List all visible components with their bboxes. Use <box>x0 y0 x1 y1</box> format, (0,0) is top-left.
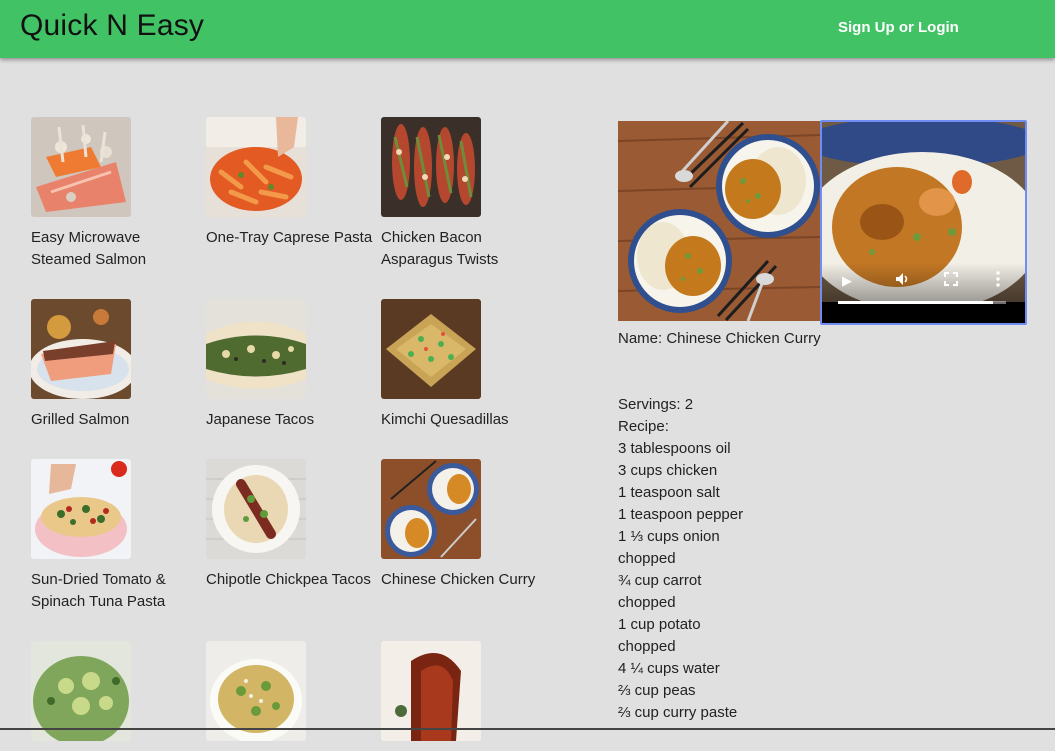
recipe-thumbnail[interactable] <box>381 117 481 217</box>
ingredient-line: 1 teaspoon salt <box>618 484 720 501</box>
recipe-card[interactable]: Japanese Tacos <box>206 299 376 431</box>
recipe-thumbnail[interactable] <box>206 641 306 741</box>
video-progress-fill <box>838 301 993 304</box>
ingredient-line: chopped <box>618 638 676 655</box>
recipe-card[interactable]: Easy Microwave Steamed Salmon <box>31 117 201 271</box>
recipe-name[interactable]: Chicken Bacon Asparagus Twists <box>381 227 551 271</box>
recipe-card[interactable]: Chicken Bacon Asparagus Twists <box>381 117 551 271</box>
recipe-name[interactable]: Chipotle Chickpea Tacos <box>206 569 376 591</box>
recipe-name[interactable]: Japanese Tacos <box>206 409 376 431</box>
recipe-detail-image <box>618 121 821 321</box>
top-nav-bar: Quick N Easy Sign Up or Login <box>0 0 1055 58</box>
ingredient-line: 1 teaspoon pepper <box>618 506 744 523</box>
recipe-card[interactable] <box>31 641 201 751</box>
recipe-name[interactable]: Kimchi Quesadillas <box>381 409 551 431</box>
recipe-card[interactable]: Grilled Salmon <box>31 299 201 431</box>
ingredient-line: chopped <box>618 594 676 611</box>
ingredient-line: chopped <box>618 550 676 567</box>
sign-up-or-login-link[interactable]: Sign Up or Login <box>838 19 959 36</box>
recipe-thumbnail[interactable] <box>381 299 481 399</box>
ingredient-line: ⅔ cup peas <box>618 682 696 699</box>
recipe-name[interactable]: Easy Microwave Steamed Salmon <box>31 227 201 271</box>
recipe-thumbnail[interactable] <box>381 459 481 559</box>
ingredient-line: 1 cup potato <box>618 616 701 633</box>
recipe-card[interactable] <box>206 641 376 751</box>
recipe-detail-label: Recipe: <box>618 418 669 435</box>
recipe-detail-text: Name: Chinese Chicken Curry Servings: 2 … <box>618 328 821 724</box>
brand-logo-link[interactable]: Quick N Easy <box>20 9 204 43</box>
recipe-card[interactable]: Chinese Chicken Curry <box>381 459 551 591</box>
recipe-thumbnail[interactable] <box>206 459 306 559</box>
ingredient-line: 1 ⅓ cups onion <box>618 528 720 545</box>
recipe-card[interactable] <box>381 641 551 751</box>
more-options-icon[interactable] <box>996 271 1000 290</box>
recipe-name[interactable]: Chinese Chicken Curry <box>381 569 551 591</box>
recipe-thumbnail[interactable] <box>206 299 306 399</box>
recipe-thumbnail[interactable] <box>31 117 131 217</box>
recipe-card[interactable]: Chipotle Chickpea Tacos <box>206 459 376 591</box>
recipe-thumbnail[interactable] <box>381 641 481 741</box>
recipe-card[interactable]: Sun-Dried Tomato & Spinach Tuna Pasta <box>31 459 201 613</box>
recipe-thumbnail[interactable] <box>31 641 131 741</box>
ingredient-list: 3 tablespoons oil 3 cups chicken 1 teaspoo… <box>618 438 821 724</box>
recipe-name[interactable]: One-Tray Caprese Pasta <box>206 227 376 249</box>
recipe-detail-name: Name: Chinese Chicken Curry <box>618 330 821 347</box>
video-controls-bar: ▶ <box>822 263 1025 323</box>
recipe-thumbnail[interactable] <box>206 117 306 217</box>
ingredient-line: ¾ cup carrot <box>618 572 702 589</box>
detail-spacer <box>618 350 821 394</box>
fullscreen-icon[interactable] <box>944 272 958 289</box>
recipe-detail-servings: Servings: 2 <box>618 396 694 413</box>
video-progress-bar[interactable] <box>838 301 1006 304</box>
recipe-name[interactable]: Grilled Salmon <box>31 409 201 431</box>
play-icon[interactable]: ▶ <box>842 273 852 289</box>
volume-icon[interactable] <box>894 271 910 290</box>
ingredient-line: 4 ¼ cups water <box>618 660 720 677</box>
recipe-card[interactable]: Kimchi Quesadillas <box>381 299 551 431</box>
ingredient-line: ⅔ cup curry paste <box>618 704 738 721</box>
recipe-thumbnail[interactable] <box>31 459 131 559</box>
ingredient-line: 3 tablespoons oil <box>618 440 731 457</box>
recipe-name[interactable]: Sun-Dried Tomato & Spinach Tuna Pasta <box>31 569 201 613</box>
recipe-card[interactable]: One-Tray Caprese Pasta <box>206 117 376 249</box>
ingredient-line: 3 cups chicken <box>618 462 718 479</box>
recipe-thumbnail[interactable] <box>31 299 131 399</box>
recipe-video-player[interactable]: ▶ <box>820 120 1027 325</box>
